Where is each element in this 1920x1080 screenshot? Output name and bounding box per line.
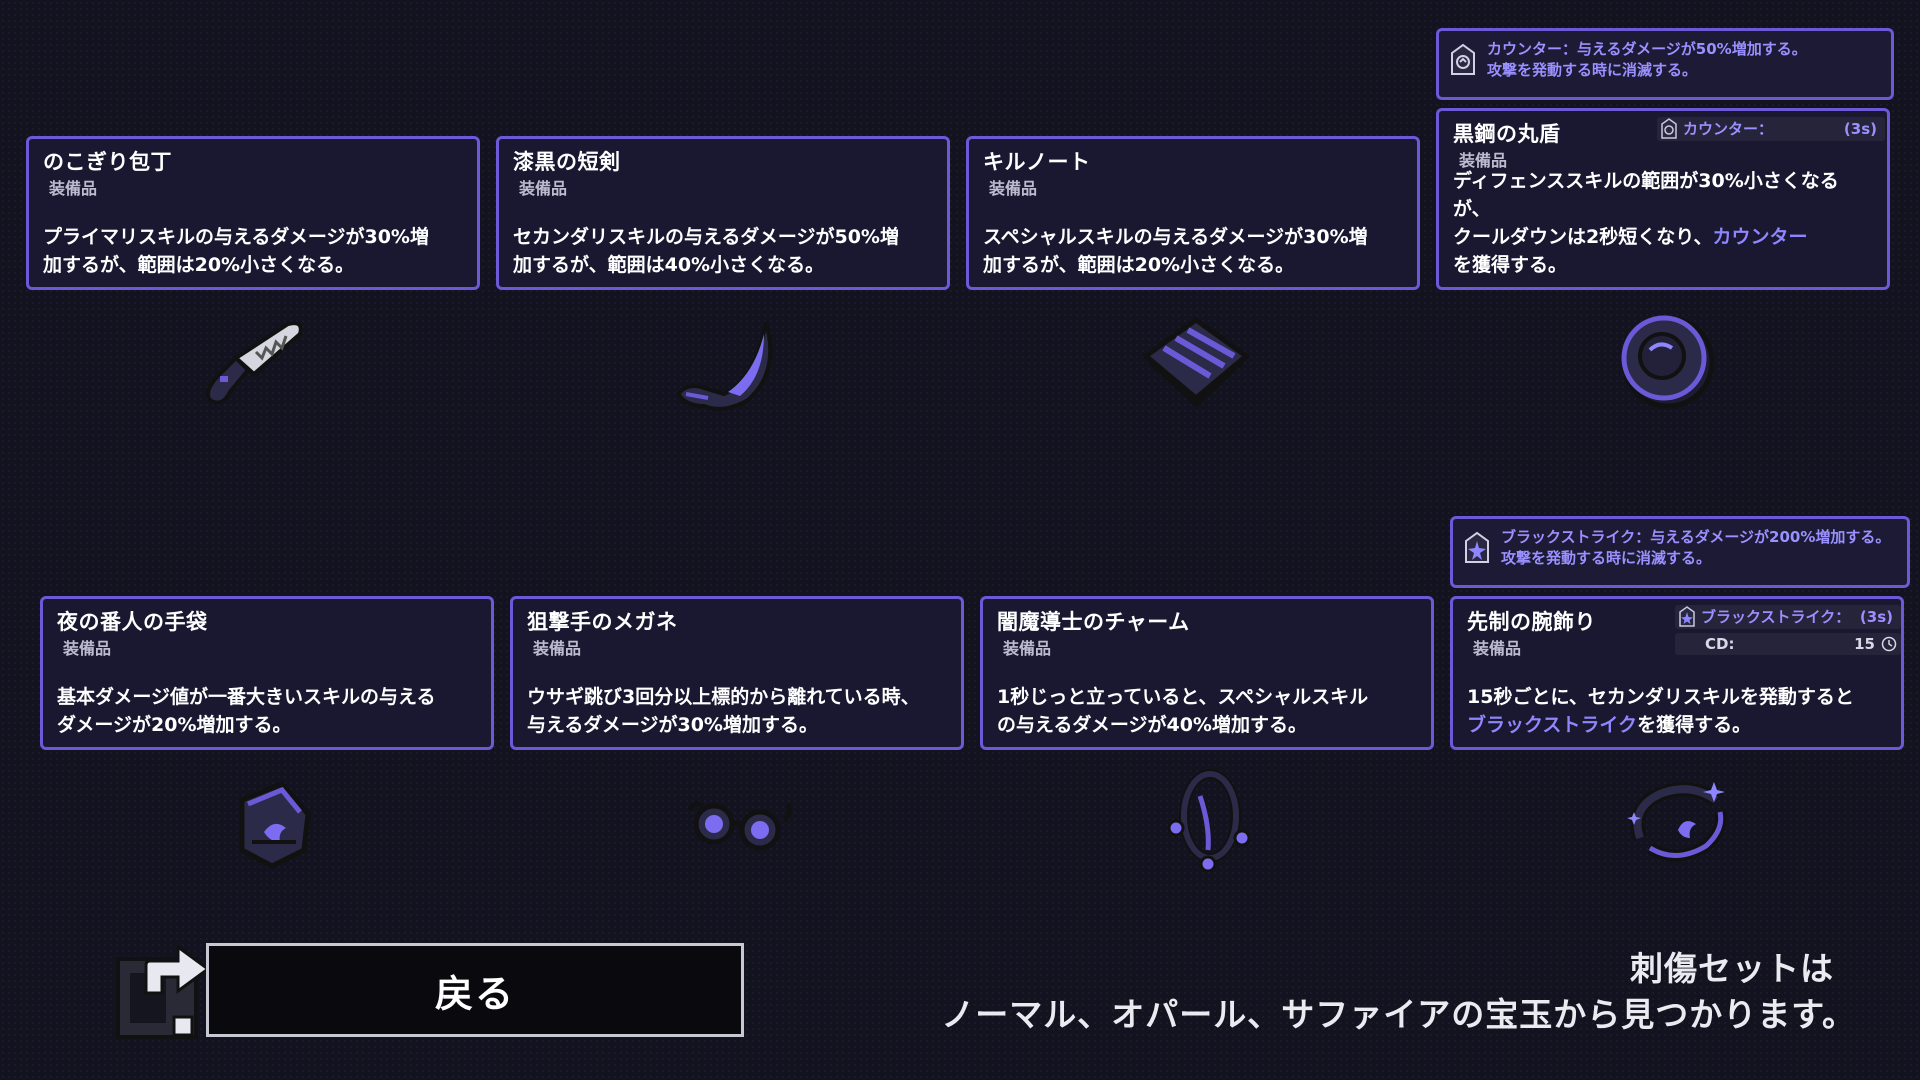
glasses-icon	[687, 801, 792, 851]
set-source-note: 刺傷セットは ノーマル、オパール、サファイアの宝玉から見つかります。	[941, 946, 1856, 1038]
item-card-night-watch-gloves[interactable]: 夜の番人の手袋 装備品 基本ダメージ値が一番大きいスキルの与える ダメージが20%…	[40, 596, 494, 750]
item-description: セカンダリスキルの与えるダメージが50%増 加するが、範囲は40%小さくなる。	[513, 226, 899, 276]
blackstrike-tooltip-line2: 攻撃を発動する時に消滅する。	[1501, 549, 1712, 567]
blackstrike-status-duration: (3s)	[1859, 608, 1893, 626]
item-type: 装備品	[1003, 639, 1052, 658]
item-card-dark-mage-charm[interactable]: 闇魔導士のチャーム 装備品 1秒じっと立っていると、スペシャルスキル の与えるダメ…	[980, 596, 1434, 750]
item-card-sniper-glasses[interactable]: 狙撃手のメガネ 装備品 ウサギ跳び3回分以上標的から離れている時、 与えるダメージ…	[510, 596, 964, 750]
cooldown-label: CD:	[1705, 635, 1735, 653]
item-name: 狙撃手のメガネ	[527, 610, 678, 634]
counter-buff-icon	[1451, 43, 1475, 75]
item-name: キルノート	[983, 150, 1091, 174]
exit-arrow-icon	[116, 944, 211, 1039]
item-type: 装備品	[63, 639, 112, 658]
clock-icon	[1881, 636, 1897, 652]
item-name: 漆黒の短剣	[513, 150, 621, 174]
dark-dagger-icon	[675, 321, 773, 411]
round-shield-icon	[1621, 315, 1715, 409]
charm-icon	[1167, 769, 1251, 873]
counter-status-label: カウンター：	[1683, 120, 1774, 138]
item-description: 基本ダメージ値が一番大きいスキルの与える ダメージが20%増加する。	[57, 686, 436, 736]
item-name: のこぎり包丁	[43, 150, 172, 174]
serrated-knife-icon	[206, 321, 303, 405]
item-description: ウサギ跳び3回分以上標的から離れている時、 与えるダメージが30%増加する。	[527, 686, 920, 736]
set-source-line1: 刺傷セットは	[1630, 949, 1834, 988]
blackstrike-status-label: ブラックストライク：	[1701, 608, 1851, 626]
item-description: ディフェンススキルの範囲が30%小さくなるが、 クールダウンは2秒短くなり、カウン…	[1453, 170, 1839, 276]
kill-note-icon	[1141, 316, 1251, 408]
item-description: 15秒ごとに、セカンダリスキルを発動すると ブラックストライクを獲得する。	[1467, 686, 1854, 736]
gloves-icon	[239, 781, 311, 869]
blackstrike-tooltip: ブラックストライク：与えるダメージが200%増加する。 攻撃を発動する時に消滅す…	[1450, 516, 1910, 588]
blackstrike-tooltip-line1: ブラックストライク：与えるダメージが200%増加する。	[1501, 528, 1891, 546]
bracelet-icon	[1627, 782, 1727, 862]
blackstrike-buff-icon	[1679, 606, 1695, 627]
item-type: 装備品	[519, 179, 568, 198]
counter-buff-icon	[1661, 118, 1677, 139]
counter-status-duration: (3s)	[1843, 120, 1877, 138]
counter-status-bar: カウンター： (3s)	[1657, 117, 1885, 141]
counter-tooltip: カウンター：与えるダメージが50%増加する。 攻撃を発動する時に消滅する。	[1436, 28, 1894, 100]
item-card-black-steel-shield[interactable]: 黒鋼の丸盾 装備品 ディフェンススキルの範囲が30%小さくなるが、 クールダウンは…	[1436, 108, 1890, 290]
item-name: 夜の番人の手袋	[57, 610, 208, 634]
blackstrike-status-bar: ブラックストライク： (3s)	[1675, 605, 1901, 629]
item-type: 装備品	[989, 179, 1038, 198]
item-card-preemptive-bracelet[interactable]: 先制の腕飾り 装備品 15秒ごとに、セカンダリスキルを発動すると ブラックストライ…	[1450, 596, 1904, 750]
item-description: 1秒じっと立っていると、スペシャルスキル の与えるダメージが40%増加する。	[997, 686, 1369, 736]
cooldown-bar: CD: 15	[1675, 633, 1901, 655]
blackstrike-buff-icon	[1465, 531, 1489, 563]
item-card-saw-knife[interactable]: のこぎり包丁 装備品 プライマリスキルの与えるダメージが30%増 加するが、範囲は…	[26, 136, 480, 290]
counter-keyword: カウンター	[1712, 226, 1808, 248]
counter-tooltip-line2: 攻撃を発動する時に消滅する。	[1487, 61, 1698, 79]
counter-tooltip-line1: カウンター：与えるダメージが50%増加する。	[1487, 40, 1807, 58]
cooldown-value: 15	[1854, 635, 1875, 653]
item-type: 装備品	[49, 179, 98, 198]
back-button-label: 戻る	[206, 943, 744, 1037]
item-type: 装備品	[533, 639, 582, 658]
item-card-jet-dagger[interactable]: 漆黒の短剣 装備品 セカンダリスキルの与えるダメージが50%増 加するが、範囲は4…	[496, 136, 950, 290]
item-description: スペシャルスキルの与えるダメージが30%増 加するが、範囲は20%小さくなる。	[983, 226, 1368, 276]
item-card-kill-note[interactable]: キルノート 装備品 スペシャルスキルの与えるダメージが30%増 加するが、範囲は2…	[966, 136, 1420, 290]
item-name: 闇魔導士のチャーム	[997, 610, 1190, 634]
item-description: プライマリスキルの与えるダメージが30%増 加するが、範囲は20%小さくなる。	[43, 226, 429, 276]
set-source-line2: ノーマル、オパール、サファイアの宝玉から見つかります。	[941, 995, 1856, 1034]
blackstrike-keyword: ブラックストライク	[1467, 714, 1638, 736]
back-button[interactable]: 戻る	[116, 943, 746, 1039]
